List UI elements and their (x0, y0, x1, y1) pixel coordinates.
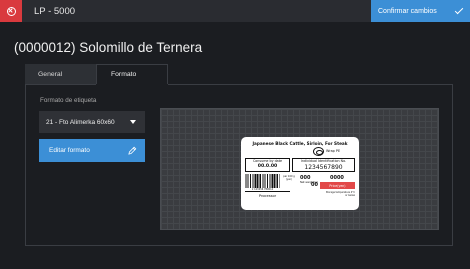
storage-fine-print: Storage temperature 4°C or below (325, 191, 355, 197)
identification-value: 1234567890 (304, 164, 343, 171)
label-format-caption: Formato de etiqueta (40, 97, 97, 104)
price-bar: Price(yen) (320, 182, 355, 189)
consume-by-value: 00.0.00 (257, 164, 278, 169)
confirm-changes-button[interactable]: Confirmar cambios (371, 0, 470, 22)
consume-by-box: Consume by date 00.0.00 (245, 158, 290, 172)
tab-formato-label: Formato (111, 71, 137, 78)
pencil-icon (128, 146, 137, 155)
close-icon (6, 6, 16, 16)
total-price-value: 0000 (330, 175, 344, 181)
panel-divider (168, 84, 453, 85)
window-title: LP - 5000 (34, 5, 76, 17)
close-button[interactable] (0, 0, 22, 22)
tab-formato[interactable]: Formato (96, 64, 168, 84)
net-weight-value: 00 (311, 182, 318, 188)
label-title: Japanese Black Cattle, Sirloin, For Stea… (252, 141, 348, 146)
label-format-select[interactable]: 21 - Fto Alimerka 60x60 (39, 111, 145, 133)
wrap-pe-icon (313, 147, 324, 156)
unit-price-caption: per 100 g (yen) (283, 175, 295, 181)
identification-box: Individual Identification No. 1234567890 (292, 158, 355, 172)
tab-general-label: General (38, 70, 63, 78)
caret-down-icon (130, 120, 136, 124)
edit-format-button[interactable]: Editar formato (39, 139, 145, 162)
edit-format-label: Editar formato (49, 147, 90, 154)
label-preview: Japanese Black Cattle, Sirloin, For Stea… (241, 137, 359, 210)
wrap-text: Wrap PE (326, 149, 341, 153)
check-icon (454, 5, 464, 15)
tab-bar: General Formato (25, 64, 168, 84)
processor-label: Processor (245, 191, 290, 200)
barcode (245, 174, 280, 188)
tab-general[interactable]: General (25, 64, 96, 84)
label-format-value: 21 - Fto Alimerka 60x60 (46, 118, 115, 126)
confirm-changes-label: Confirmar cambios (378, 7, 437, 15)
price-caption: Price(yen) (329, 183, 346, 188)
panel-divider (25, 84, 96, 85)
page-title: (0000012) Solomillo de Ternera (14, 40, 203, 55)
